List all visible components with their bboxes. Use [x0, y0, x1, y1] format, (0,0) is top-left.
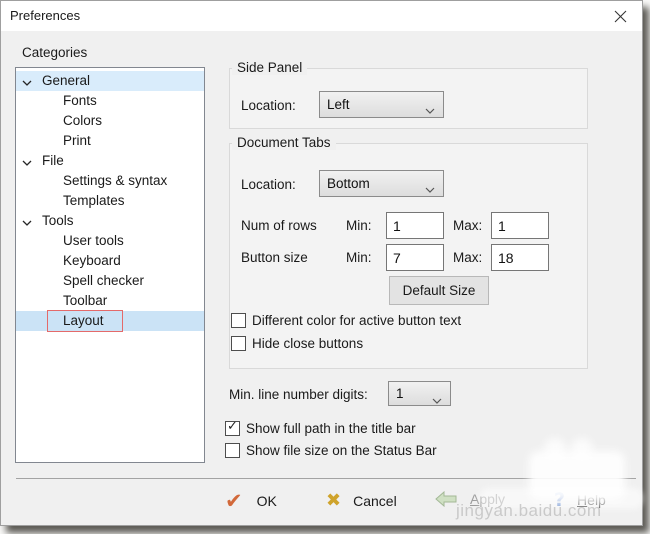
- num-rows-min-label: Min:: [346, 218, 372, 233]
- red-annotation-box: [47, 310, 123, 332]
- checkbox-box-checked: ✓: [225, 421, 240, 436]
- tree-item-general[interactable]: General: [16, 71, 204, 91]
- tree-item-toolbar[interactable]: Toolbar: [16, 291, 204, 311]
- button-size-min-label: Min:: [346, 250, 372, 265]
- chevron-down-icon[interactable]: [22, 152, 32, 172]
- window-title: Preferences: [10, 8, 80, 23]
- side-panel-location-select[interactable]: Left: [319, 91, 444, 118]
- categories-tree: General Fonts Colors Print File Settings…: [15, 67, 205, 463]
- chevron-down-icon[interactable]: [22, 72, 32, 92]
- num-rows-max-label: Max:: [453, 218, 482, 233]
- num-rows-label: Num of rows: [241, 218, 317, 233]
- checkbox-box: [225, 443, 240, 458]
- check-icon: ✓: [227, 419, 238, 434]
- chevron-down-icon[interactable]: [22, 212, 32, 232]
- num-rows-min-input[interactable]: [386, 212, 444, 239]
- tree-item-spell-checker[interactable]: Spell checker: [16, 271, 204, 291]
- close-button[interactable]: [610, 7, 630, 25]
- min-line-digits-label: Min. line number digits:: [229, 387, 368, 402]
- side-panel-group-title: Side Panel: [232, 60, 307, 75]
- watermark-text: jingyan.baidu.com: [456, 501, 602, 521]
- checkbox-hide-close-buttons[interactable]: Hide close buttons: [231, 336, 363, 352]
- button-size-max-label: Max:: [453, 250, 482, 265]
- button-size-label: Button size: [241, 250, 308, 265]
- checkbox-show-full-path[interactable]: ✓ Show full path in the title bar: [225, 421, 416, 437]
- checkbox-different-color[interactable]: Different color for active button text: [231, 313, 461, 329]
- chevron-down-icon: [425, 102, 435, 117]
- tree-item-file[interactable]: File: [16, 151, 204, 171]
- button-size-max-input[interactable]: [491, 244, 549, 271]
- title-bar: Preferences: [1, 1, 642, 31]
- chevron-down-icon: [425, 181, 435, 196]
- ok-button[interactable]: ✔ OK: [225, 489, 277, 513]
- tree-item-settings-syntax[interactable]: Settings & syntax: [16, 171, 204, 191]
- doc-tabs-location-label: Location:: [241, 177, 296, 192]
- tree-item-templates[interactable]: Templates: [16, 191, 204, 211]
- doc-tabs-location-select[interactable]: Bottom: [319, 170, 444, 197]
- tree-item-colors[interactable]: Colors: [16, 111, 204, 131]
- document-tabs-group-title: Document Tabs: [232, 135, 336, 150]
- checkbox-show-file-size[interactable]: Show file size on the Status Bar: [225, 443, 437, 459]
- tree-item-print[interactable]: Print: [16, 131, 204, 151]
- default-size-button[interactable]: Default Size: [389, 276, 489, 305]
- checkbox-box: [231, 313, 246, 328]
- min-line-digits-select[interactable]: 1: [388, 381, 451, 406]
- tree-item-fonts[interactable]: Fonts: [16, 91, 204, 111]
- tree-item-layout[interactable]: Layout: [16, 311, 204, 331]
- tree-item-keyboard[interactable]: Keyboard: [16, 251, 204, 271]
- apply-arrow-icon: [435, 491, 457, 507]
- preferences-dialog: Preferences Categories General Fonts Col…: [0, 0, 643, 526]
- side-panel-location-label: Location:: [241, 98, 296, 113]
- tree-item-user-tools[interactable]: User tools: [16, 231, 204, 251]
- button-size-min-input[interactable]: [386, 244, 444, 271]
- tree-item-tools[interactable]: Tools: [16, 211, 204, 231]
- categories-label: Categories: [22, 45, 87, 60]
- cancel-button[interactable]: ✖ Cancel: [326, 490, 397, 511]
- num-rows-max-input[interactable]: [491, 212, 549, 239]
- ok-check-icon: ✔: [225, 489, 243, 513]
- checkbox-box: [231, 336, 246, 351]
- chevron-down-icon: [432, 392, 442, 407]
- cancel-x-icon: ✖: [326, 490, 341, 511]
- close-icon: [614, 10, 627, 23]
